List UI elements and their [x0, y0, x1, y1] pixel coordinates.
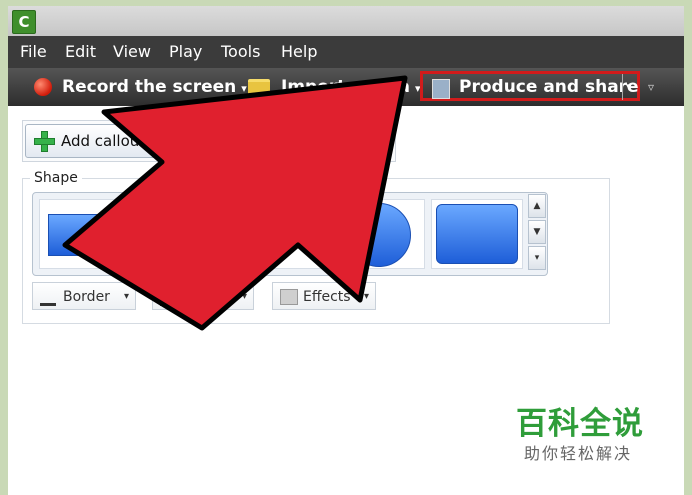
plus-icon: [34, 131, 55, 152]
title-bar: C: [8, 6, 684, 36]
divider: [622, 74, 623, 100]
effects-button[interactable]: Effects ▾: [272, 282, 376, 310]
shape-gallery: [32, 192, 548, 276]
record-screen-label: Record the screen: [62, 77, 237, 97]
camtasia-app-icon[interactable]: C: [12, 10, 36, 34]
record-icon: [34, 78, 52, 96]
fill-button[interactable]: Fill ▾: [152, 282, 254, 310]
pen-icon: [40, 289, 56, 306]
import-media-label: Import media: [281, 77, 411, 97]
folder-icon: [248, 79, 270, 98]
menu-tools[interactable]: Tools: [221, 36, 260, 68]
fill-label: Fill: [183, 289, 202, 305]
chevron-down-icon: ▾: [363, 291, 369, 302]
gallery-scroll-up-button[interactable]: ▲: [528, 194, 546, 218]
shape-tile-arrow-left[interactable]: [137, 199, 229, 269]
rounded-rectangle-shape-icon: [436, 204, 518, 264]
gallery-more-button[interactable]: ▾: [528, 246, 546, 270]
menu-file[interactable]: File: [20, 36, 47, 68]
film-strip-icon: [432, 79, 450, 99]
chevron-down-icon: ▾: [241, 291, 247, 302]
circle-shape-icon: [347, 203, 411, 267]
arrow-shape-icon: [146, 214, 222, 256]
chevron-down-icon: ▾: [241, 82, 247, 95]
border-label: Border: [63, 289, 110, 305]
paint-bucket-icon: [160, 289, 176, 306]
toolbar-overflow-button[interactable]: ▿: [648, 68, 654, 106]
main-toolbar: Record the screen ▾ Import media ▾ Produce…: [8, 68, 684, 106]
gallery-scroll-down-button[interactable]: ▼: [528, 220, 546, 244]
menu-edit[interactable]: Edit: [65, 36, 96, 68]
triangle-shape-icon: [266, 212, 302, 256]
add-callout-button[interactable]: Add callout: [25, 124, 157, 158]
menu-view[interactable]: View: [113, 36, 151, 68]
chevron-down-icon: ▾: [123, 291, 129, 302]
menu-help[interactable]: Help: [281, 36, 317, 68]
menu-play[interactable]: Play: [169, 36, 202, 68]
menu-bar: File Edit View Play Tools Help: [8, 36, 684, 68]
import-media-button[interactable]: Import media ▾: [281, 68, 421, 106]
add-callout-label: Add callout: [61, 132, 146, 150]
watermark-subtitle: 助你轻松解决: [524, 444, 633, 463]
produce-dropdown-button[interactable]: ▾: [626, 68, 632, 106]
gallery-scroll: ▲ ▼ ▾: [528, 194, 546, 272]
shape-tile-arrow-right[interactable]: [235, 199, 327, 269]
shape-legend: Shape: [30, 170, 82, 186]
record-screen-button[interactable]: Record the screen ▾: [62, 68, 247, 106]
border-button[interactable]: Border ▾: [32, 282, 136, 310]
shape-tile-rounded-rectangle[interactable]: [431, 199, 523, 269]
shape-tile-circle[interactable]: [333, 199, 425, 269]
effects-icon: [280, 289, 298, 305]
produce-and-share-button[interactable]: Produce and share: [459, 68, 639, 106]
shape-tile-rectangle[interactable]: [39, 199, 131, 269]
rectangle-shape-icon: [48, 214, 124, 256]
effects-label: Effects: [303, 289, 351, 305]
watermark-title: 百科全说: [516, 406, 644, 442]
